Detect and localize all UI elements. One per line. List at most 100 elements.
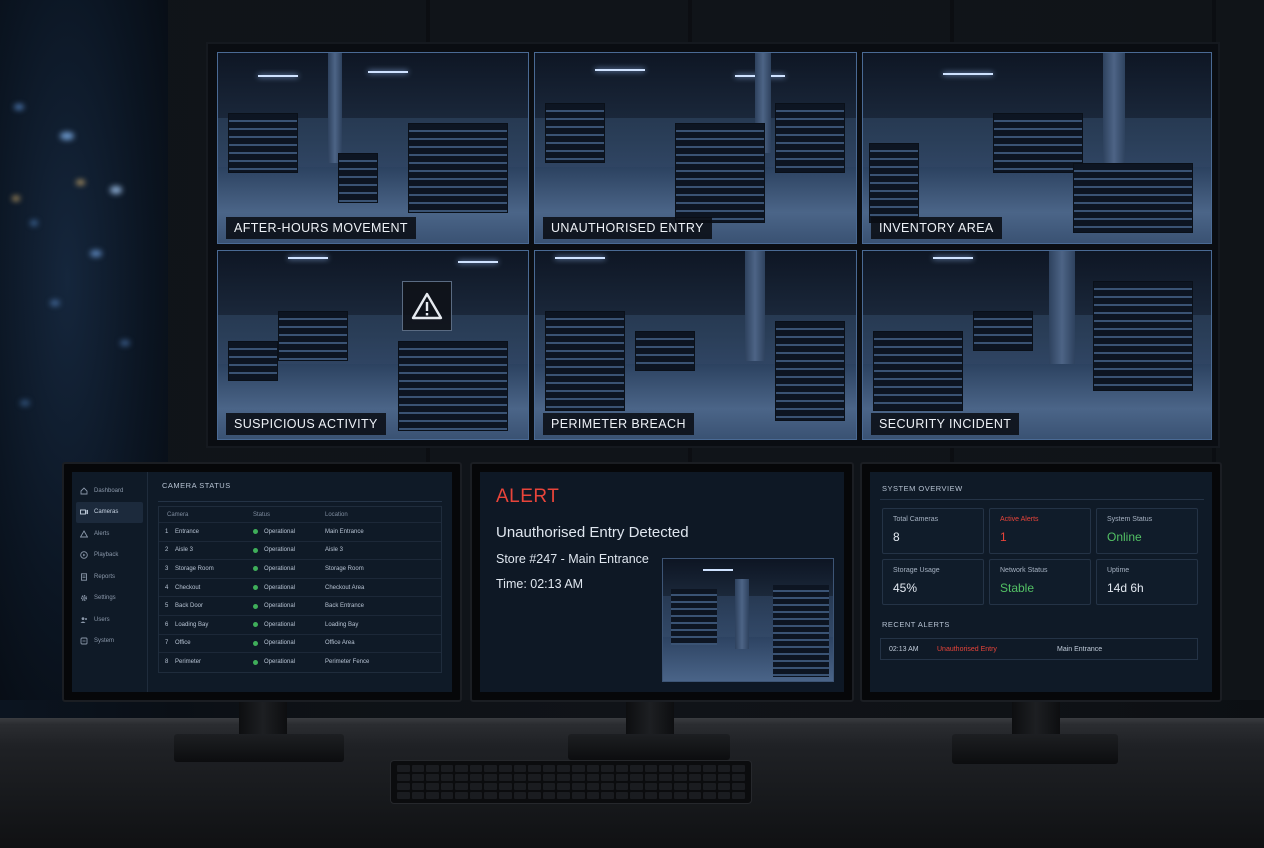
- snapshot-shelf: [773, 585, 829, 677]
- keyboard-key: [397, 792, 410, 799]
- users-icon: [80, 616, 88, 624]
- camera-feed-tile[interactable]: UNAUTHORISED ENTRY: [534, 52, 857, 244]
- table-row[interactable]: 6 Loading Bay Operational Loading Bay: [159, 616, 441, 635]
- feed-label: SUSPICIOUS ACTIVITY: [226, 413, 386, 435]
- feed-pillar: [1049, 251, 1075, 371]
- row-status: Operational: [253, 603, 325, 609]
- keyboard-key: [571, 792, 585, 799]
- stat-value: 14d 6h: [1107, 581, 1144, 595]
- feed-label: AFTER-HOURS MOVEMENT: [226, 217, 416, 239]
- monitor-stand-base: [174, 734, 344, 762]
- table-row[interactable]: 2 Aisle 3 Operational Aisle 3: [159, 542, 441, 561]
- nav-item-system[interactable]: System: [72, 631, 147, 653]
- nav-item-reports[interactable]: Reports: [72, 566, 147, 588]
- right-monitor: SYSTEM OVERVIEW Total Cameras 8 Active A…: [860, 462, 1222, 702]
- nav-item-users[interactable]: Users: [72, 609, 147, 631]
- row-num: 2: [165, 547, 169, 554]
- keyboard-key: [674, 774, 687, 781]
- alert-camera-snapshot[interactable]: [662, 558, 834, 682]
- keyboard-key: [601, 792, 614, 799]
- recent-alerts-title: RECENT ALERTS: [882, 620, 950, 629]
- keyboard-key: [717, 774, 731, 781]
- alert-event: Unauthorised Entry: [937, 645, 997, 653]
- table-header: Camera Status Location: [159, 507, 441, 523]
- nav-item-alerts[interactable]: Alerts: [72, 523, 147, 545]
- warning-icon: [80, 529, 88, 538]
- feed-shelf: [775, 321, 845, 421]
- table-row[interactable]: 7 Office Operational Office Area: [159, 635, 441, 654]
- row-status: Operational: [253, 566, 325, 572]
- nav-item-cameras[interactable]: Cameras: [76, 501, 143, 523]
- keyboard-key: [513, 792, 527, 799]
- keyboard-key: [440, 774, 454, 781]
- keyboard-key: [586, 765, 600, 772]
- feed-shelf: [545, 103, 605, 163]
- stat-system-status: System Status Online: [1096, 508, 1198, 554]
- keyboard-key: [440, 765, 454, 772]
- nav-label: Users: [94, 616, 110, 623]
- row-status: Operational: [253, 640, 325, 646]
- keyboard-key: [659, 774, 673, 781]
- row-camera: Perimeter: [175, 659, 202, 666]
- row-status: Operational: [253, 622, 325, 628]
- row-location: Main Entrance: [325, 528, 364, 535]
- ceiling-light: [943, 73, 993, 75]
- divider: [880, 499, 1204, 500]
- stat-label: Uptime: [1107, 567, 1130, 574]
- keyboard-key: [484, 783, 498, 790]
- camera-feed-tile[interactable]: INVENTORY AREA: [862, 52, 1212, 244]
- alert-store: Store #247 - Main Entrance: [496, 552, 649, 566]
- keyboard-key: [426, 765, 439, 772]
- keyboard-key: [688, 783, 702, 790]
- keyboard-key: [674, 792, 687, 799]
- recent-alert-row[interactable]: 02:13 AM Unauthorised Entry Main Entranc…: [880, 638, 1198, 660]
- camera-feed-tile[interactable]: PERIMETER BREACH: [534, 250, 857, 440]
- keyboard-key: [469, 783, 483, 790]
- status-text: Operational: [264, 640, 296, 647]
- alert-title: ALERT: [496, 486, 560, 507]
- feed-ceiling: [218, 53, 528, 118]
- ceiling-light: [258, 75, 298, 77]
- status-text: Operational: [264, 603, 296, 610]
- nav-item-dashboard[interactable]: Dashboard: [72, 480, 147, 502]
- camera-feed-tile[interactable]: SECURITY INCIDENT: [862, 250, 1212, 440]
- table-row[interactable]: 1 Entrance Operational Main Entrance: [159, 523, 441, 542]
- nav-item-settings[interactable]: Settings: [72, 588, 147, 610]
- keyboard-key: [557, 774, 570, 781]
- status-text: Operational: [264, 584, 296, 591]
- keyboard-key: [455, 792, 468, 799]
- col-status: Status: [253, 511, 271, 518]
- feed-shelf: [278, 311, 348, 361]
- table-row[interactable]: 4 Checkout Operational Checkout Area: [159, 579, 441, 598]
- keyboard[interactable]: [390, 760, 752, 804]
- feed-shelf: [635, 331, 695, 371]
- camera-feed-tile[interactable]: AFTER-HOURS MOVEMENT: [217, 52, 529, 244]
- camera-icon: [80, 508, 88, 516]
- nav-label: Settings: [94, 595, 116, 602]
- feed-pillar: [328, 53, 342, 163]
- keyboard-key: [499, 765, 512, 772]
- keyboard-key: [426, 783, 439, 790]
- keyboard-key: [411, 765, 425, 772]
- camera-feed-tile[interactable]: SUSPICIOUS ACTIVITY: [217, 250, 529, 440]
- keyboard-key: [513, 783, 527, 790]
- status-text: Operational: [264, 528, 296, 535]
- keyboard-key: [674, 765, 687, 772]
- keyboard-key: [732, 792, 745, 799]
- keyboard-key: [571, 765, 585, 772]
- warning-badge: [402, 281, 452, 331]
- table-row[interactable]: 3 Storage Room Operational Storage Room: [159, 560, 441, 579]
- alert-time: Time: 02:13 AM: [496, 577, 584, 591]
- left-monitor: Dashboard Cameras Alerts Playback Report…: [62, 462, 462, 702]
- ceiling-light: [458, 261, 498, 263]
- nav-item-playback[interactable]: Playback: [72, 545, 147, 567]
- status-dot: [253, 640, 258, 646]
- keyboard-key: [615, 765, 629, 772]
- keyboard-key: [615, 783, 629, 790]
- row-location: Storage Room: [325, 565, 364, 572]
- row-num: 4: [165, 584, 169, 591]
- stat-uptime: Uptime 14d 6h: [1096, 559, 1198, 605]
- table-row[interactable]: 5 Back Door Operational Back Entrance: [159, 597, 441, 616]
- stat-label: Storage Usage: [893, 567, 940, 574]
- table-row[interactable]: 8 Perimeter Operational Perimeter Fence: [159, 653, 441, 672]
